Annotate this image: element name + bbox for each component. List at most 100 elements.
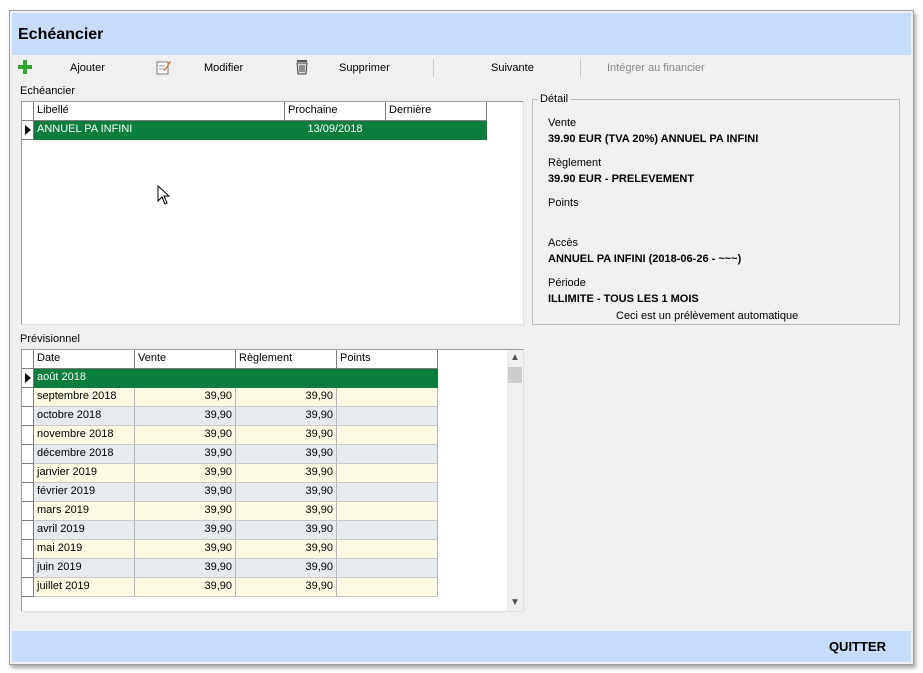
vente-label: Vente (548, 117, 577, 129)
cell-vente[interactable]: 39,90 (135, 426, 236, 445)
echeancier-grid[interactable]: Libellé Prochaine Dernière ANNUEL PA INF… (21, 101, 524, 325)
toolbar-separator (580, 59, 581, 77)
cell-points[interactable] (337, 388, 438, 407)
cell-vente[interactable]: 39,90 (135, 521, 236, 540)
cell-date[interactable]: septembre 2018 (34, 388, 135, 407)
cell-reglement[interactable]: 39,90 (236, 445, 337, 464)
table-row[interactable]: ANNUEL PA INFINI 13/09/2018 (22, 121, 487, 140)
acces-value: ANNUEL PA INFINI (2018-06-26 - ~~~) (548, 253, 742, 265)
integrate-financial-label: Intégrer au financier (607, 62, 705, 74)
cell-reglement[interactable]: 39,90 (236, 483, 337, 502)
quit-button[interactable]: QUITTER (829, 639, 886, 654)
table-row[interactable]: décembre 2018 39,90 39,90 (22, 445, 438, 464)
vertical-scrollbar[interactable]: ▲ ▼ (507, 350, 523, 611)
cell-reglement[interactable]: 39,90 (236, 426, 337, 445)
cell-date[interactable]: janvier 2019 (34, 464, 135, 483)
table-row[interactable]: juin 2019 39,90 39,90 (22, 559, 438, 578)
detail-legend: Détail (538, 93, 571, 105)
periode-value: ILLIMITE - TOUS LES 1 MOIS (548, 293, 699, 305)
cell-points[interactable] (337, 464, 438, 483)
table-row[interactable]: août 2018 (22, 369, 438, 388)
cell-reglement[interactable]: 39,90 (236, 502, 337, 521)
mouse-cursor-icon (157, 184, 171, 208)
cell-derniere[interactable] (386, 121, 487, 140)
scroll-up-arrow-icon[interactable]: ▲ (507, 350, 523, 366)
cell-vente[interactable]: 39,90 (135, 388, 236, 407)
row-indicator (22, 464, 34, 483)
cell-points[interactable] (337, 426, 438, 445)
table-row[interactable]: novembre 2018 39,90 39,90 (22, 426, 438, 445)
cell-points[interactable] (337, 483, 438, 502)
cell-date[interactable]: août 2018 (34, 369, 135, 388)
cell-date[interactable]: décembre 2018 (34, 445, 135, 464)
cell-date[interactable]: juin 2019 (34, 559, 135, 578)
previsionnel-section-label: Prévisionnel (20, 333, 80, 345)
cell-reglement[interactable] (236, 369, 337, 388)
cell-date[interactable]: mars 2019 (34, 502, 135, 521)
column-header-points[interactable]: Points (337, 350, 438, 369)
cell-date[interactable]: avril 2019 (34, 521, 135, 540)
cell-reglement[interactable]: 39,90 (236, 388, 337, 407)
scrollbar-thumb[interactable] (508, 367, 522, 383)
column-header-prochaine[interactable]: Prochaine (285, 102, 386, 121)
column-header-date[interactable]: Date (34, 350, 135, 369)
current-row-arrow-icon (25, 125, 31, 135)
next-button[interactable]: Suivante (436, 57, 578, 79)
cell-reglement[interactable]: 39,90 (236, 521, 337, 540)
cell-points[interactable] (337, 445, 438, 464)
column-header-derniere[interactable]: Dernière (386, 102, 487, 121)
cell-reglement[interactable]: 39,90 (236, 559, 337, 578)
cell-reglement[interactable]: 39,90 (236, 578, 337, 597)
cell-vente[interactable] (135, 369, 236, 388)
column-header-vente[interactable]: Vente (135, 350, 236, 369)
cell-points[interactable] (337, 502, 438, 521)
previsionnel-grid[interactable]: Date Vente Règlement Points août 2018 sep… (21, 349, 524, 612)
cell-vente[interactable]: 39,90 (135, 559, 236, 578)
table-row[interactable]: janvier 2019 39,90 39,90 (22, 464, 438, 483)
table-row[interactable]: mars 2019 39,90 39,90 (22, 502, 438, 521)
cell-vente[interactable]: 39,90 (135, 540, 236, 559)
cell-vente[interactable]: 39,90 (135, 407, 236, 426)
trash-icon (294, 59, 310, 78)
cell-prochaine[interactable]: 13/09/2018 (285, 121, 386, 140)
window-title: Echéancier (18, 26, 104, 43)
cell-reglement[interactable]: 39,90 (236, 540, 337, 559)
table-row[interactable]: juillet 2019 39,90 39,90 (22, 578, 438, 597)
delete-button[interactable]: Supprimer (294, 57, 414, 79)
plus-icon (17, 59, 33, 78)
table-row[interactable]: avril 2019 39,90 39,90 (22, 521, 438, 540)
cell-date[interactable]: novembre 2018 (34, 426, 135, 445)
column-header-libelle[interactable]: Libellé (34, 102, 285, 121)
cell-vente[interactable]: 39,90 (135, 502, 236, 521)
cell-date[interactable]: juillet 2019 (34, 578, 135, 597)
cell-reglement[interactable]: 39,90 (236, 464, 337, 483)
delete-button-label: Supprimer (339, 62, 390, 74)
table-row[interactable]: mai 2019 39,90 39,90 (22, 540, 438, 559)
cell-points[interactable] (337, 521, 438, 540)
cell-date[interactable]: mai 2019 (34, 540, 135, 559)
cell-points[interactable] (337, 407, 438, 426)
cell-points[interactable] (337, 559, 438, 578)
add-button[interactable]: Ajouter (16, 57, 136, 79)
table-row[interactable]: février 2019 39,90 39,90 (22, 483, 438, 502)
cell-vente[interactable]: 39,90 (135, 445, 236, 464)
scroll-down-arrow-icon[interactable]: ▼ (507, 595, 523, 611)
row-indicator (22, 521, 34, 540)
table-row[interactable]: octobre 2018 39,90 39,90 (22, 407, 438, 426)
cell-date[interactable]: février 2019 (34, 483, 135, 502)
row-indicator (22, 578, 34, 597)
table-row[interactable]: septembre 2018 39,90 39,90 (22, 388, 438, 407)
cell-points[interactable] (337, 578, 438, 597)
edit-button[interactable]: Modifier (154, 57, 274, 79)
cell-libelle[interactable]: ANNUEL PA INFINI (34, 121, 285, 140)
cell-vente[interactable]: 39,90 (135, 464, 236, 483)
integrate-financial-button[interactable]: Intégrer au financier (583, 57, 763, 79)
cell-vente[interactable]: 39,90 (135, 578, 236, 597)
cell-points[interactable] (337, 369, 438, 388)
cell-points[interactable] (337, 540, 438, 559)
cell-date[interactable]: octobre 2018 (34, 407, 135, 426)
cell-vente[interactable]: 39,90 (135, 483, 236, 502)
row-indicator (22, 445, 34, 464)
column-header-reglement[interactable]: Règlement (236, 350, 337, 369)
cell-reglement[interactable]: 39,90 (236, 407, 337, 426)
